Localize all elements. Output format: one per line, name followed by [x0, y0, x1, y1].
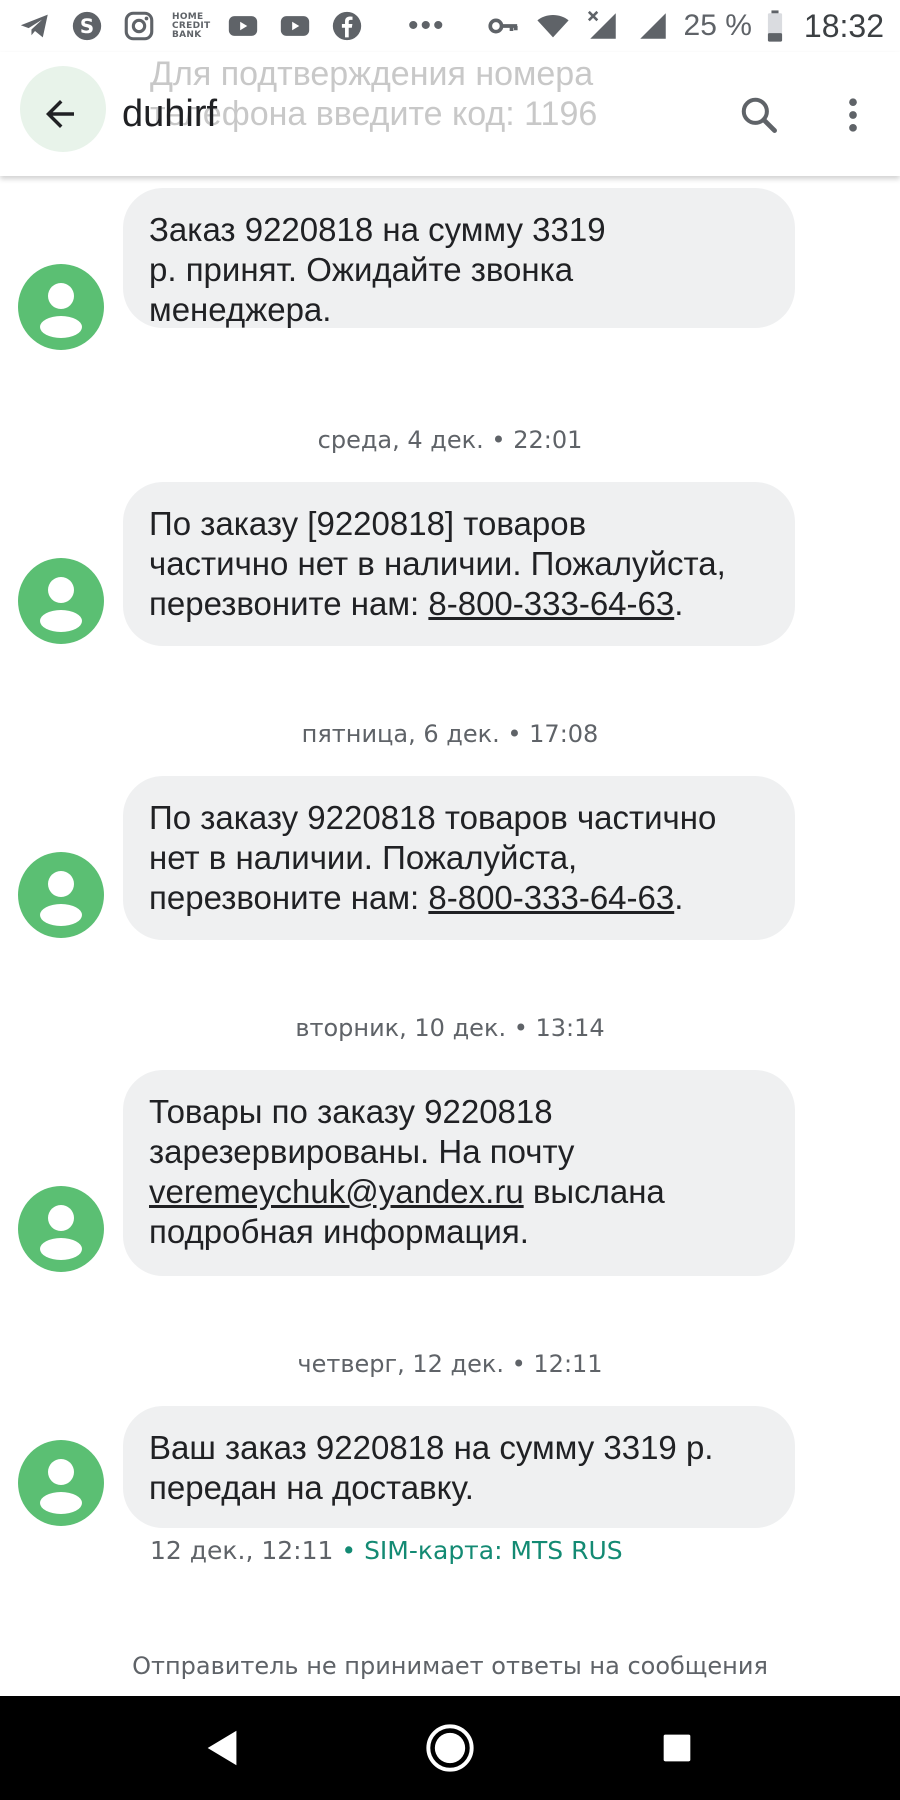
nav-home-icon [426, 1724, 474, 1772]
wifi-icon [534, 9, 572, 43]
date-separator: среда, 4 дек. • 22:01 [317, 426, 583, 454]
sim-label: SIM-карта: MTS RUS [364, 1536, 623, 1565]
message-bubble[interactable]: Заказ 9220818 на сумму 3319 р. принят. О… [123, 188, 795, 328]
youtube-icon [224, 9, 262, 43]
instagram-icon [120, 9, 158, 43]
person-icon [40, 283, 82, 338]
phone-link[interactable]: 8-800-333-64-63 [428, 585, 674, 622]
message-text: Товары по заказу 9220818 зарезервированы… [149, 1093, 575, 1170]
message-text-end: . [674, 585, 684, 622]
vpn-key-icon [484, 9, 522, 43]
person-icon [40, 1459, 82, 1514]
date-separator: вторник, 10 дек. • 13:14 [295, 1014, 605, 1042]
email-link[interactable]: veremeychuk@yandex.ru [149, 1173, 524, 1210]
message-meta: 12 дек., 12:11 • SIM-карта: MTS RUS [150, 1536, 623, 1565]
phone-link[interactable]: 8-800-333-64-63 [428, 879, 674, 916]
message-text-end: . [674, 879, 684, 916]
app-bar: Для подтверждения номера телефона введит… [0, 52, 900, 176]
more-options-button[interactable] [826, 88, 880, 142]
person-icon [40, 577, 82, 632]
conversation-title: duhirf [122, 93, 218, 135]
message-bubble[interactable]: По заказу [9220818] товаров частично нет… [123, 482, 795, 646]
battery-percent: 25 % [683, 9, 752, 42]
sender-avatar[interactable] [18, 558, 104, 644]
facebook-icon [328, 9, 366, 43]
message-text: Ваш заказ 9220818 на сумму 3319 р. перед… [149, 1429, 714, 1506]
signal-no-data-icon [584, 9, 622, 43]
message-list[interactable]: Заказ 9220818 на сумму 3319 р. принят. О… [0, 176, 900, 1696]
nav-recents-button[interactable] [637, 1708, 717, 1788]
nav-recents-icon [663, 1734, 690, 1762]
navigation-bar [0, 1696, 900, 1800]
back-button[interactable] [36, 90, 84, 138]
status-bar: S HOME CREDIT BANK ••• 25 % 18:32 [0, 0, 900, 52]
clock: 18:32 [803, 7, 884, 44]
signal-icon [634, 9, 672, 43]
date-separator: пятница, 6 дек. • 17:08 [301, 720, 599, 748]
date-separator: четверг, 12 дек. • 12:11 [297, 1350, 603, 1378]
home-credit-bank-icon: HOME CREDIT BANK [172, 11, 211, 40]
skype-icon: S [68, 9, 106, 43]
search-icon [741, 97, 777, 133]
message-text: Заказ 9220818 на сумму 3319 р. принят. О… [149, 211, 606, 328]
no-reply-notice: Отправитель не принимает ответы на сообщ… [132, 1652, 768, 1680]
more-vert-icon [849, 98, 857, 132]
sender-avatar[interactable] [18, 1440, 104, 1526]
svg-text:S: S [80, 15, 94, 38]
nav-back-icon [207, 1730, 237, 1766]
sender-avatar[interactable] [18, 852, 104, 938]
meta-separator: • [333, 1536, 365, 1565]
message-timestamp: 12 дек., 12:11 [150, 1536, 334, 1565]
youtube-icon [276, 9, 314, 43]
more-notifications-icon: ••• [408, 9, 446, 42]
message-bubble[interactable]: Ваш заказ 9220818 на сумму 3319 р. перед… [123, 1406, 795, 1528]
telegram-icon [16, 9, 54, 43]
message-bubble[interactable]: По заказу 9220818 товаров частично нет в… [123, 776, 795, 940]
nav-home-button[interactable] [410, 1708, 490, 1788]
search-button[interactable] [732, 88, 786, 142]
person-icon [40, 1205, 82, 1260]
arrow-back-icon [46, 100, 74, 128]
sender-avatar[interactable] [18, 1186, 104, 1272]
person-icon [40, 871, 82, 926]
nav-back-button[interactable] [183, 1708, 263, 1788]
sender-avatar[interactable] [18, 264, 104, 350]
notification-preview: Для подтверждения номера телефона введит… [150, 55, 598, 133]
message-bubble[interactable]: Товары по заказу 9220818 зарезервированы… [123, 1070, 795, 1276]
battery-icon [764, 9, 786, 43]
